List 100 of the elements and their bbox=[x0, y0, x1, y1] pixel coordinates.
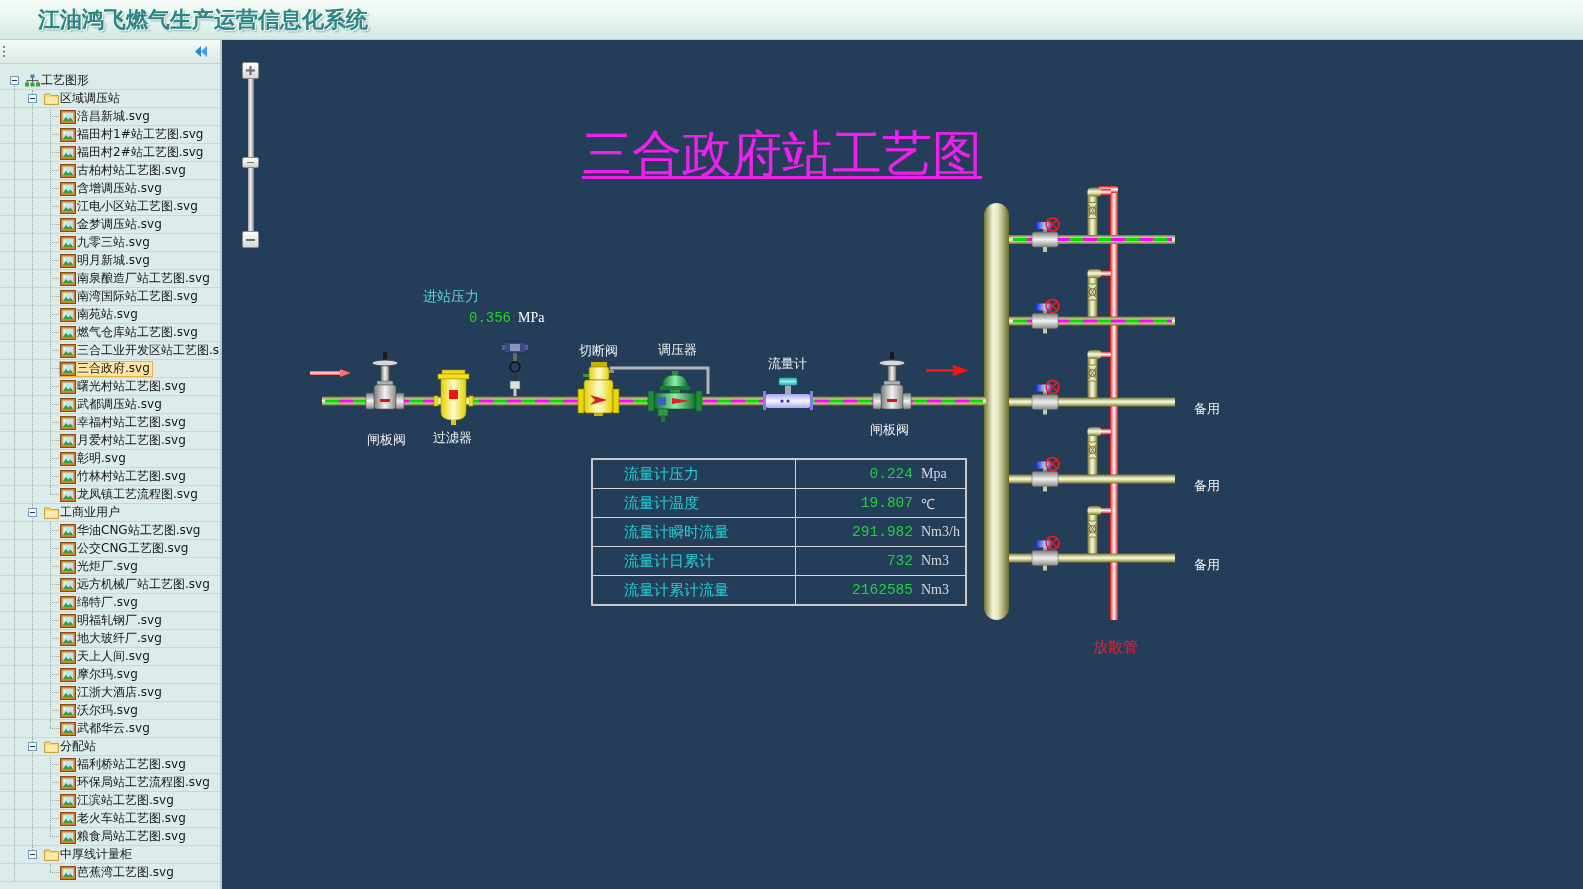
tree-item[interactable]: 南湾国际站工艺图.svg bbox=[59, 288, 201, 305]
picture-icon bbox=[60, 433, 76, 448]
vent-pipe-label: 放散管 bbox=[1093, 638, 1138, 656]
tree-item[interactable]: 环保局站工艺流程图.svg bbox=[59, 774, 213, 791]
tree-item[interactable]: 福田村2#站工艺图.svg bbox=[59, 144, 207, 161]
small-valve-icon bbox=[1087, 441, 1098, 459]
collapse-icon[interactable] bbox=[27, 742, 37, 751]
ball-valve-icon bbox=[1031, 456, 1060, 492]
equipment-label: 闸板阀 bbox=[870, 422, 909, 437]
reading-value: 732 bbox=[886, 553, 913, 569]
picture-icon bbox=[60, 253, 76, 268]
collapse-icon[interactable] bbox=[27, 850, 37, 859]
tree-item[interactable]: 沃尔玛.svg bbox=[59, 702, 141, 719]
tree-item[interactable]: 江浙大酒店.svg bbox=[59, 684, 165, 701]
collapse-icon[interactable] bbox=[9, 76, 19, 85]
picture-icon bbox=[60, 793, 76, 808]
tree-item[interactable]: 含增调压站.svg bbox=[59, 180, 165, 197]
tree-item[interactable]: 江滨站工艺图.svg bbox=[59, 792, 177, 809]
tree-item[interactable]: 彰明.svg bbox=[59, 450, 129, 467]
picture-icon bbox=[60, 451, 76, 466]
tree-item[interactable]: 中厚线计量柜 bbox=[41, 846, 135, 863]
picture-icon bbox=[60, 523, 76, 538]
folder-icon bbox=[44, 848, 59, 861]
pressure-value: 0.356 bbox=[469, 310, 511, 326]
tree-item[interactable]: 老火车站工艺图.svg bbox=[59, 810, 189, 827]
ball-valve-icon bbox=[1031, 535, 1060, 571]
tree-item[interactable]: 龙凤镇工艺流程图.svg bbox=[59, 486, 201, 503]
tree-item[interactable]: 江电小区站工艺图.svg bbox=[59, 198, 201, 215]
small-valve-icon bbox=[1087, 520, 1098, 538]
tree-item[interactable]: 福利桥站工艺图.svg bbox=[59, 756, 189, 773]
standby-label: 备用 bbox=[1194, 401, 1220, 416]
picture-icon bbox=[60, 199, 76, 214]
picture-icon bbox=[60, 181, 76, 196]
tree-item[interactable]: 九零三站.svg bbox=[59, 234, 153, 251]
picture-icon bbox=[60, 649, 76, 664]
zoom-in-button[interactable] bbox=[242, 62, 259, 79]
picture-icon bbox=[60, 271, 76, 286]
reading-value: 2162585 bbox=[852, 582, 913, 598]
reading-label: 流量计压力 bbox=[624, 466, 699, 482]
standby-label: 备用 bbox=[1194, 478, 1220, 493]
reading-value: 0.224 bbox=[869, 466, 913, 482]
tree-item[interactable]: 明福轧钢厂.svg bbox=[59, 612, 165, 629]
small-valve-icon bbox=[1087, 364, 1098, 382]
tree-item[interactable]: 芭蕉湾工艺图.svg bbox=[59, 864, 177, 881]
equipment-label: 调压器 bbox=[658, 342, 697, 357]
zoom-out-button[interactable] bbox=[242, 231, 259, 248]
tree-item[interactable]: 公交CNG工艺图.svg bbox=[59, 540, 192, 557]
tree-item[interactable]: 分配站 bbox=[41, 738, 99, 755]
picture-icon bbox=[60, 631, 76, 646]
tree-item[interactable]: 三合政府.svg bbox=[59, 360, 153, 377]
reading-label: 流量计瞬时流量 bbox=[624, 524, 729, 540]
tree-item[interactable]: 华油CNG站工艺图.svg bbox=[59, 522, 204, 539]
picture-icon bbox=[60, 307, 76, 322]
picture-icon bbox=[60, 703, 76, 718]
tree-item[interactable]: 三合工业开发区站工艺图.s bbox=[59, 342, 220, 359]
tree-item[interactable]: 燃气仓库站工艺图.svg bbox=[59, 324, 201, 341]
picture-icon bbox=[60, 577, 76, 592]
picture-icon bbox=[60, 757, 76, 772]
tree-item[interactable]: 竹林村站工艺图.svg bbox=[59, 468, 189, 485]
folder-icon bbox=[44, 740, 59, 753]
tree-item[interactable]: 地大玻纤厂.svg bbox=[59, 630, 165, 647]
reading-label: 流量计累计流量 bbox=[624, 582, 729, 598]
tree-item[interactable]: 天上人间.svg bbox=[59, 648, 153, 665]
slider-thumb[interactable] bbox=[242, 156, 259, 168]
tree-item[interactable]: 武都华云.svg bbox=[59, 720, 153, 737]
minus-icon bbox=[246, 238, 255, 241]
reading-unit: Mpa bbox=[921, 466, 947, 482]
tree-item[interactable]: 金梦调压站.svg bbox=[59, 216, 165, 233]
tree-item[interactable]: 月爱村站工艺图.svg bbox=[59, 432, 189, 449]
tree-item[interactable]: 远方机械厂站工艺图.svg bbox=[59, 576, 213, 593]
gate-valve-icon bbox=[365, 352, 405, 410]
reading-value: 291.982 bbox=[852, 524, 913, 540]
pressure-gauge-icon bbox=[502, 341, 528, 396]
equipment-label: 过滤器 bbox=[433, 430, 472, 445]
tree-item[interactable]: 古柏村站工艺图.svg bbox=[59, 162, 189, 179]
tree-item[interactable]: 摩尔玛.svg bbox=[59, 666, 141, 683]
collapse-sidebar-button[interactable] bbox=[195, 46, 207, 57]
tree-item[interactable]: 涪昌新城.svg bbox=[59, 108, 153, 125]
tree-item[interactable]: 光炬厂.svg bbox=[59, 558, 141, 575]
tree-item[interactable]: 工商业用户 bbox=[41, 504, 123, 521]
tree-item[interactable]: 工艺图形 bbox=[23, 72, 92, 89]
picture-icon bbox=[60, 343, 76, 358]
picture-icon bbox=[60, 127, 76, 142]
small-valve-icon bbox=[1087, 202, 1098, 219]
collapse-icon[interactable] bbox=[27, 94, 37, 103]
tree-item[interactable]: 区域调压站 bbox=[41, 90, 123, 107]
tree-item[interactable]: 明月新城.svg bbox=[59, 252, 153, 269]
tree-item[interactable]: 绵特厂.svg bbox=[59, 594, 141, 611]
tree-item[interactable]: 南泉酿造厂站工艺图.svg bbox=[59, 270, 213, 287]
picture-icon bbox=[60, 325, 76, 340]
collapse-icon[interactable] bbox=[27, 508, 37, 517]
picture-icon bbox=[60, 685, 76, 700]
diagram-title: 三合政府站工艺图 bbox=[582, 125, 982, 184]
ball-valve-icon bbox=[1031, 217, 1060, 252]
tree-item[interactable]: 南苑站.svg bbox=[59, 306, 141, 323]
tree-item[interactable]: 曙光村站工艺图.svg bbox=[59, 378, 189, 395]
tree-item[interactable]: 幸福村站工艺图.svg bbox=[59, 414, 189, 431]
tree-item[interactable]: 粮食局站工艺图.svg bbox=[59, 828, 189, 845]
tree-item[interactable]: 福田村1#站工艺图.svg bbox=[59, 126, 207, 143]
tree-item[interactable]: 武都调压站.svg bbox=[59, 396, 165, 413]
